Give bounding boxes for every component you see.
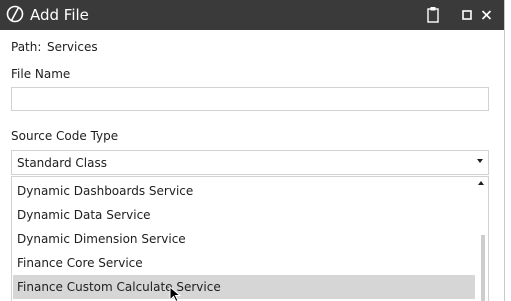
select-value: Standard Class bbox=[17, 156, 107, 170]
clipboard-icon[interactable] bbox=[427, 6, 439, 24]
dropdown-option[interactable]: Dynamic Data Service bbox=[13, 203, 475, 227]
close-icon[interactable] bbox=[481, 6, 492, 24]
maximize-icon[interactable] bbox=[462, 6, 473, 24]
mouse-cursor-icon bbox=[169, 286, 182, 301]
file-name-input[interactable] bbox=[11, 87, 489, 111]
dropdown-option[interactable]: Dynamic Dimension Service bbox=[13, 227, 475, 251]
path-label: Path: bbox=[11, 40, 42, 54]
dialog-title: Add File bbox=[30, 6, 89, 24]
title-bar[interactable]: Add File bbox=[0, 0, 504, 30]
dropdown-option[interactable]: Finance Core Service bbox=[13, 251, 475, 275]
dropdown-option[interactable]: Dynamic Dashboards Service bbox=[13, 179, 475, 203]
path-value: Services bbox=[47, 40, 98, 54]
add-file-dialog: Add File Path: Services File Name Source… bbox=[0, 0, 505, 301]
chevron-down-icon[interactable] bbox=[477, 159, 483, 163]
app-logo-icon bbox=[6, 5, 24, 23]
source-code-type-select[interactable]: Standard Class bbox=[11, 150, 489, 175]
source-code-type-label: Source Code Type bbox=[11, 129, 119, 143]
scroll-up-icon[interactable] bbox=[478, 181, 484, 185]
file-name-label: File Name bbox=[11, 67, 71, 81]
dropdown-option-hovered[interactable]: Finance Custom Calculate Service bbox=[13, 275, 475, 299]
scrollbar-thumb[interactable] bbox=[481, 235, 485, 301]
source-code-type-dropdown[interactable]: Dynamic Dashboards Service Dynamic Data … bbox=[11, 176, 489, 301]
